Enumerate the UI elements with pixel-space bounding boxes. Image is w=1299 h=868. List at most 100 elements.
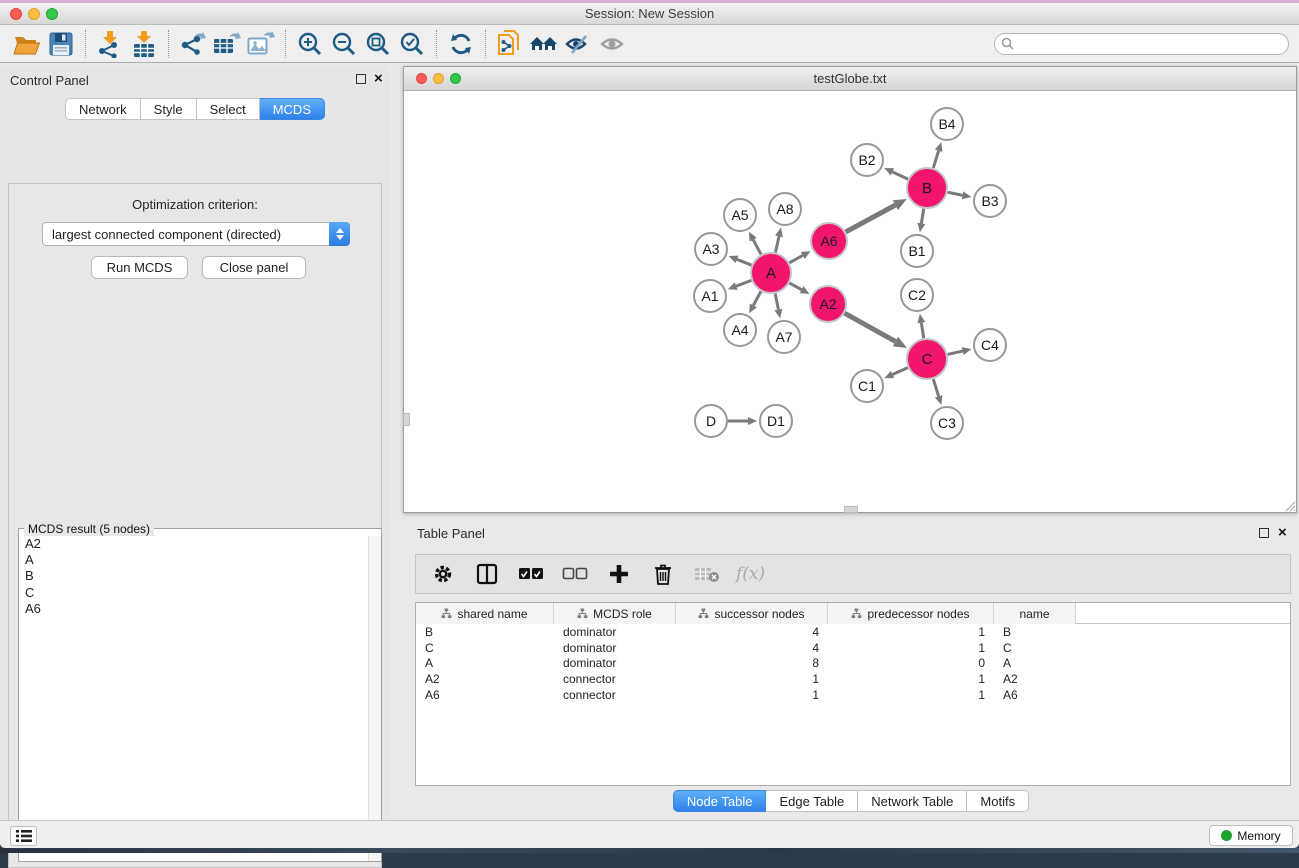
column-header-MCDS-role[interactable]: MCDS role bbox=[554, 603, 676, 624]
import-network-button[interactable] bbox=[93, 28, 127, 60]
mcds-result-item[interactable]: A2 bbox=[19, 536, 368, 552]
close-window-button[interactable] bbox=[10, 8, 22, 20]
zoom-selected-button[interactable] bbox=[395, 28, 429, 60]
close-network-window-button[interactable] bbox=[416, 73, 427, 84]
attribute-type-icon bbox=[577, 608, 588, 619]
minimize-window-button[interactable] bbox=[28, 8, 40, 20]
refresh-button[interactable] bbox=[444, 28, 478, 60]
export-image-icon bbox=[247, 31, 275, 57]
show-network-eye-icon bbox=[598, 32, 626, 56]
save-icon bbox=[49, 32, 73, 56]
graph-node-label: D bbox=[706, 413, 716, 429]
graph-edge bbox=[753, 291, 761, 305]
table-row[interactable]: A6connector11A6 bbox=[416, 687, 1290, 703]
save-session-button[interactable] bbox=[44, 28, 78, 60]
search-input[interactable] bbox=[994, 33, 1289, 55]
column-header-predecessor-nodes[interactable]: predecessor nodes bbox=[828, 603, 994, 624]
zoom-fit-button[interactable] bbox=[361, 28, 395, 60]
table-cell: 1 bbox=[828, 641, 994, 655]
mcds-result-item[interactable]: A bbox=[19, 552, 368, 568]
main-toolbar bbox=[0, 25, 1299, 63]
close-panel-button[interactable]: Close panel bbox=[202, 256, 306, 279]
graph-edge-arrowhead bbox=[962, 191, 972, 199]
table-settings-button[interactable] bbox=[428, 558, 458, 590]
tab-network-table[interactable]: Network Table bbox=[858, 790, 967, 812]
splitter-grip[interactable] bbox=[403, 413, 410, 426]
table-cell: 1 bbox=[828, 672, 994, 686]
graph-node-label: A8 bbox=[776, 201, 793, 217]
graph-edge bbox=[845, 313, 896, 341]
minimize-network-window-button[interactable] bbox=[433, 73, 444, 84]
graph-edge bbox=[737, 259, 752, 265]
export-network-button[interactable] bbox=[176, 28, 210, 60]
tab-network[interactable]: Network bbox=[65, 98, 141, 120]
float-table-panel-icon[interactable] bbox=[1259, 528, 1269, 538]
column-header-name[interactable]: name bbox=[994, 603, 1076, 624]
split-table-view-button[interactable] bbox=[472, 558, 502, 590]
mcds-result-title: MCDS result (5 nodes) bbox=[24, 522, 154, 536]
attribute-type-icon bbox=[441, 608, 452, 619]
zoom-in-button[interactable] bbox=[293, 28, 327, 60]
tab-select[interactable]: Select bbox=[197, 98, 260, 120]
close-table-panel-icon[interactable]: × bbox=[1278, 528, 1287, 538]
task-history-button[interactable] bbox=[10, 826, 37, 846]
table-row[interactable]: Cdominator41C bbox=[416, 640, 1290, 656]
graph-edge-arrowhead bbox=[775, 228, 783, 238]
export-image-button[interactable] bbox=[244, 28, 278, 60]
zoom-window-button[interactable] bbox=[46, 8, 58, 20]
tab-mcds[interactable]: MCDS bbox=[260, 98, 325, 120]
deselect-all-button[interactable] bbox=[560, 558, 590, 590]
show-network-button[interactable] bbox=[595, 28, 629, 60]
add-column-button[interactable] bbox=[604, 558, 634, 590]
graph-node-label: C1 bbox=[858, 378, 876, 394]
table-cell: connector bbox=[554, 672, 676, 686]
graph-edge bbox=[921, 323, 923, 339]
mcds-result-item[interactable]: B bbox=[19, 568, 368, 584]
app-window: Session: New Session bbox=[0, 3, 1299, 848]
import-table-icon bbox=[131, 30, 157, 58]
select-all-button[interactable] bbox=[516, 558, 546, 590]
network-canvas[interactable]: AA1A3A5A8A4A7A6A2BB2B4B3B1CC2C4C1C3DD1 bbox=[404, 91, 1296, 512]
graph-node-label: A2 bbox=[819, 296, 836, 312]
import-table-button[interactable] bbox=[127, 28, 161, 60]
memory-button[interactable]: Memory bbox=[1209, 825, 1293, 846]
function-builder-button[interactable]: f(x) bbox=[736, 564, 765, 584]
run-mcds-button[interactable]: Run MCDS bbox=[91, 256, 188, 279]
open-file-button[interactable] bbox=[10, 28, 44, 60]
toolbar-separator bbox=[85, 30, 86, 58]
graph-node-label: A5 bbox=[731, 207, 748, 223]
memory-status-icon bbox=[1221, 830, 1232, 841]
mcds-result-item[interactable]: A6 bbox=[19, 601, 368, 617]
graph-node-label: D1 bbox=[767, 413, 785, 429]
network-window-titlebar: testGlobe.txt bbox=[404, 67, 1296, 91]
splitter-grip[interactable] bbox=[844, 506, 858, 513]
column-header-successor-nodes[interactable]: successor nodes bbox=[676, 603, 828, 624]
tab-node-table[interactable]: Node Table bbox=[673, 790, 767, 812]
table-row[interactable]: Adominator80A bbox=[416, 656, 1290, 672]
graph-edge-arrowhead bbox=[917, 223, 925, 233]
import-network-icon bbox=[97, 30, 123, 58]
plus-icon bbox=[609, 564, 629, 584]
table-row[interactable]: A2connector11A2 bbox=[416, 671, 1290, 687]
export-table-button[interactable] bbox=[210, 28, 244, 60]
resize-corner-icon[interactable] bbox=[1284, 500, 1296, 512]
optimization-criterion-dropdown[interactable]: largest connected component (directed) bbox=[42, 222, 350, 246]
tab-motifs[interactable]: Motifs bbox=[967, 790, 1029, 812]
float-panel-icon[interactable] bbox=[356, 74, 366, 84]
hide-network-button[interactable] bbox=[561, 28, 595, 60]
table-row[interactable]: Bdominator41B bbox=[416, 624, 1290, 640]
open-session-button[interactable] bbox=[493, 28, 527, 60]
zoom-out-button[interactable] bbox=[327, 28, 361, 60]
zoom-network-window-button[interactable] bbox=[450, 73, 461, 84]
delete-button[interactable] bbox=[648, 558, 678, 590]
delete-table-button[interactable] bbox=[692, 558, 722, 590]
close-panel-icon[interactable]: × bbox=[374, 74, 383, 84]
column-header-shared-name[interactable]: shared name bbox=[416, 603, 554, 624]
tab-edge-table[interactable]: Edge Table bbox=[766, 790, 858, 812]
mcds-result-item[interactable]: C bbox=[19, 585, 368, 601]
home-button[interactable] bbox=[527, 28, 561, 60]
graph-edge bbox=[947, 351, 962, 354]
graph-edge-arrowhead bbox=[728, 282, 738, 289]
tab-style[interactable]: Style bbox=[141, 98, 197, 120]
result-scrollbar[interactable] bbox=[368, 536, 381, 861]
